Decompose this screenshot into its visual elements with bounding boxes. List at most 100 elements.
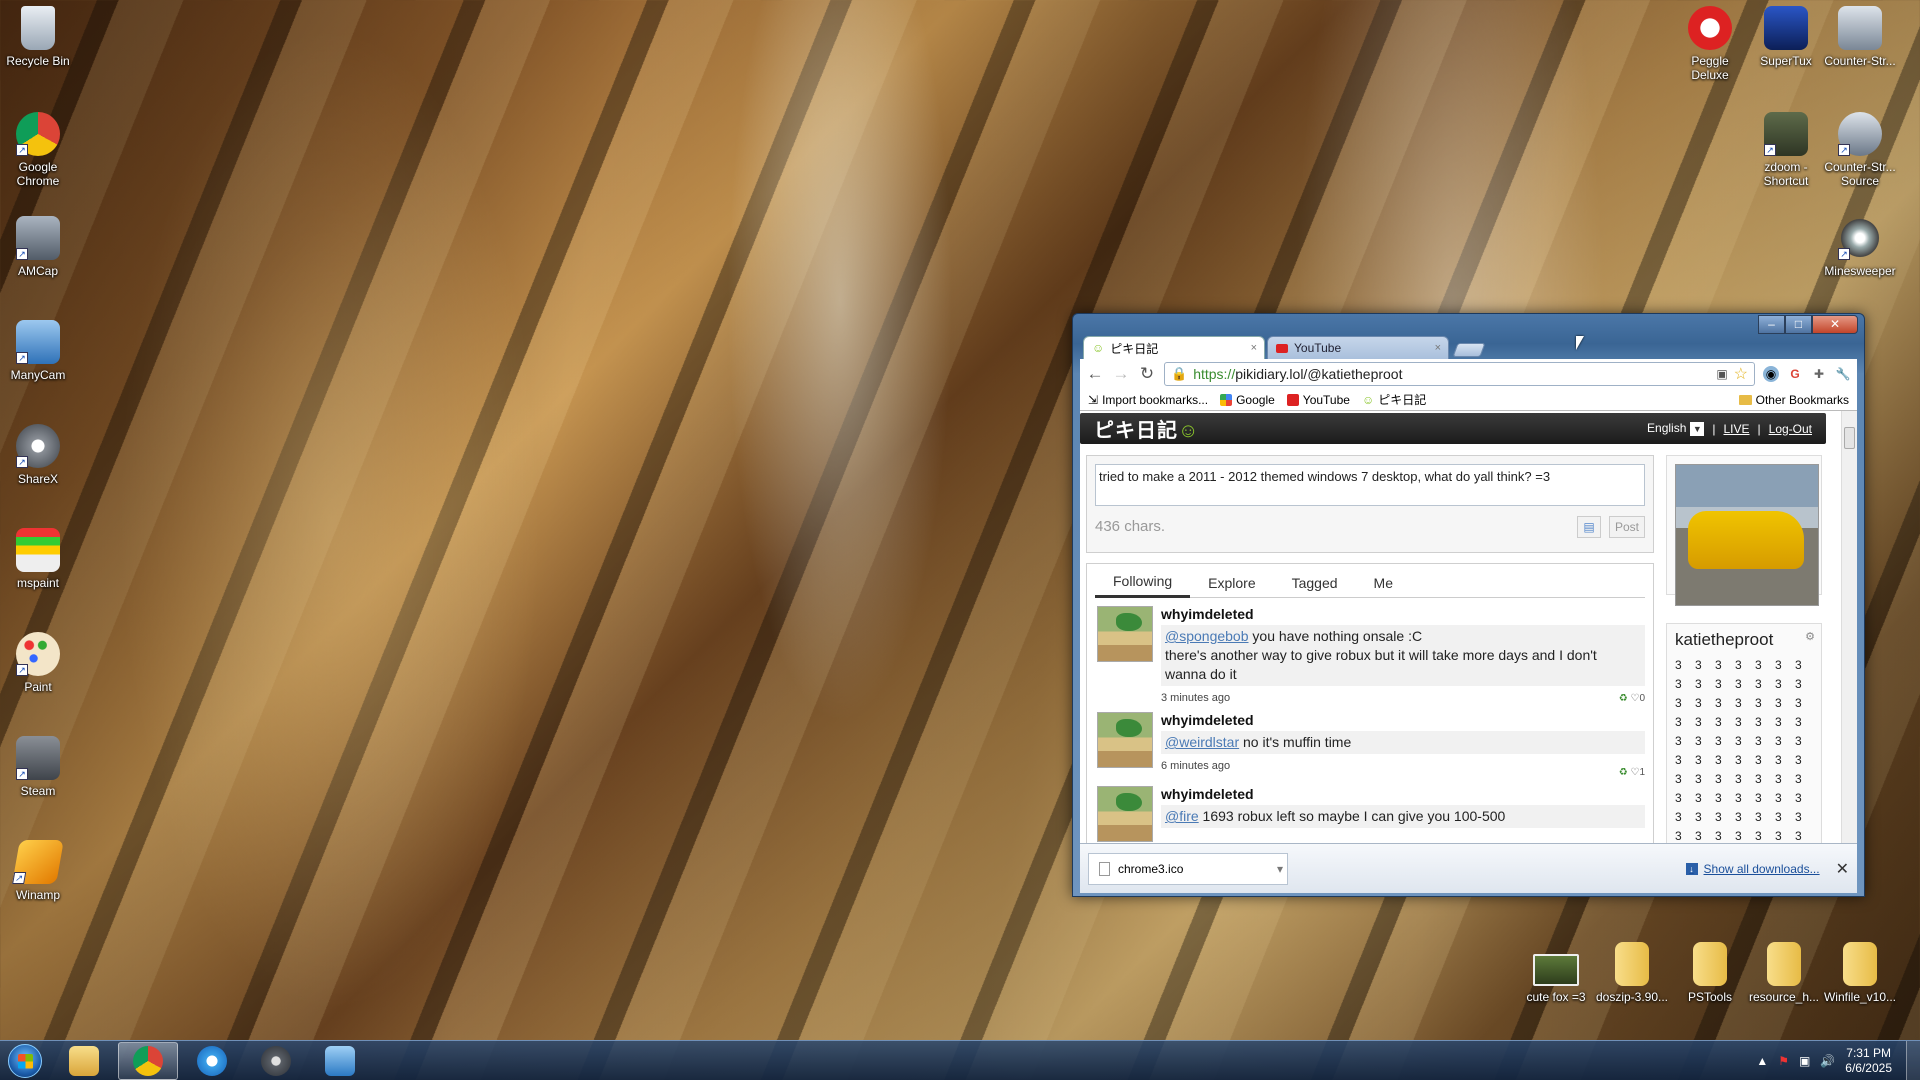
gear-icon[interactable]: ⚙ xyxy=(1805,630,1815,643)
tab-close-icon[interactable]: × xyxy=(1435,342,1441,354)
close-button[interactable]: ✕ xyxy=(1812,315,1858,334)
minimize-button[interactable]: ‒ xyxy=(1758,315,1785,334)
bookmark-youtube[interactable]: YouTube xyxy=(1286,393,1350,407)
reply-icon[interactable]: ♻ xyxy=(1619,693,1628,704)
desktop-icon-label: Minesweeper xyxy=(1824,264,1896,278)
desktop-icon-counter-strike-source[interactable]: ↗ Counter-Str... Source xyxy=(1822,112,1898,188)
tab-following[interactable]: Following xyxy=(1095,567,1191,598)
address-bar[interactable]: 🔒 https://pikidiary.lol/@katietheproot ▣… xyxy=(1164,362,1755,386)
avatar[interactable] xyxy=(1097,786,1153,842)
download-item[interactable]: chrome3.ico ▾ xyxy=(1088,852,1288,885)
url-text[interactable]: https://pikidiary.lol/@katietheproot xyxy=(1193,366,1710,382)
desktop-icon-steam[interactable]: ↗ Steam xyxy=(0,736,76,798)
taskbar-explorer[interactable] xyxy=(54,1042,114,1080)
desktop-icon-amcap[interactable]: ↗ AMCap xyxy=(0,216,76,278)
desktop-icon-supertux[interactable]: SuperTux xyxy=(1748,6,1824,68)
taskbar-internet-explorer[interactable] xyxy=(182,1042,242,1080)
profile-picture-panel xyxy=(1666,455,1822,606)
tab-explore[interactable]: Explore xyxy=(1190,569,1273,597)
tab-me[interactable]: Me xyxy=(1356,569,1411,597)
desktop-icon-pstools[interactable]: PSTools xyxy=(1672,942,1748,1004)
maximize-button[interactable]: □ xyxy=(1785,315,1812,334)
control-panel-icon xyxy=(325,1045,355,1076)
supertux-icon xyxy=(1764,6,1808,50)
page-action-icon[interactable]: ▣ xyxy=(1716,367,1727,381)
post-time: 3 minutes ago xyxy=(1161,692,1231,704)
desktop-icon-winfile[interactable]: Winfile_v10... xyxy=(1822,942,1898,1004)
show-desktop-button[interactable] xyxy=(1906,1040,1920,1080)
avatar[interactable] xyxy=(1097,606,1153,662)
volume-icon[interactable]: 🔊 xyxy=(1820,1054,1835,1068)
folder-icon xyxy=(69,1045,99,1076)
avatar[interactable] xyxy=(1097,712,1153,768)
desktop-icon-cute-fox[interactable]: cute fox =3 xyxy=(1518,954,1594,1004)
feed-tabs: Following Explore Tagged Me xyxy=(1095,568,1645,598)
desktop-icon-counter-strike[interactable]: Counter-Str... xyxy=(1822,6,1898,68)
desktop-icon-paint[interactable]: ↗ Paint xyxy=(0,632,76,694)
post-username[interactable]: whyimdeleted xyxy=(1161,712,1645,728)
scrollbar-thumb[interactable] xyxy=(1844,427,1855,449)
network-icon[interactable]: ▣ xyxy=(1799,1054,1810,1068)
desktop-icon-label: zdoom - Shortcut xyxy=(1763,160,1809,188)
tab-youtube[interactable]: YouTube × xyxy=(1267,336,1449,360)
live-link[interactable]: LIVE xyxy=(1724,422,1750,436)
desktop-icon-doszip[interactable]: doszip-3.90... xyxy=(1594,942,1670,1004)
action-center-flag-icon[interactable]: ⚑ xyxy=(1778,1054,1789,1068)
char-counter: 436 chars. xyxy=(1095,518,1166,535)
taskbar-control-panel[interactable] xyxy=(310,1042,370,1080)
post-username[interactable]: whyimdeleted xyxy=(1161,786,1645,802)
desktop-icon-manycam[interactable]: ↗ ManyCam xyxy=(0,320,76,382)
mention-link[interactable]: @weirdlstar xyxy=(1165,734,1239,750)
post-button[interactable]: Post xyxy=(1609,516,1645,538)
desktop-icon-mspaint[interactable]: mspaint xyxy=(0,528,76,590)
tab-close-icon[interactable]: × xyxy=(1251,342,1257,354)
desktop-icon-winamp[interactable]: ↗ Winamp xyxy=(0,840,76,902)
desktop-icon-recycle-bin[interactable]: Recycle Bin xyxy=(0,6,76,68)
new-tab-button[interactable] xyxy=(1452,343,1486,357)
bookmark-google[interactable]: Google xyxy=(1220,393,1275,407)
logout-link[interactable]: Log-Out xyxy=(1769,422,1812,436)
desktop-icon-sharex[interactable]: ↗ ShareX xyxy=(0,424,76,486)
chevron-down-icon[interactable]: ▾ xyxy=(1277,862,1283,876)
start-button[interactable] xyxy=(0,1041,50,1080)
bookmark-pikidiary[interactable]: ☺ ピキ日記 xyxy=(1362,391,1426,408)
mention-link[interactable]: @spongebob xyxy=(1165,628,1249,644)
back-arrow-icon[interactable]: ← xyxy=(1086,364,1104,384)
star-icon[interactable]: ☆ xyxy=(1734,364,1748,384)
attach-image-icon[interactable]: ▤ xyxy=(1577,516,1601,538)
profile-picture[interactable] xyxy=(1675,464,1819,606)
close-download-bar-icon[interactable]: ✕ xyxy=(1836,859,1849,879)
desktop-icon-resource-h[interactable]: resource_h... xyxy=(1746,942,1822,1004)
clock[interactable]: 7:31 PM 6/6/2025 xyxy=(1845,1046,1892,1076)
post-username[interactable]: whyimdeleted xyxy=(1161,606,1645,622)
desktop-icon-minesweeper[interactable]: ↗ Minesweeper xyxy=(1822,216,1898,278)
reply-icon[interactable]: ♻ xyxy=(1619,767,1628,778)
steam-icon: ↗ xyxy=(16,736,60,780)
taskbar-steam[interactable] xyxy=(246,1042,306,1080)
extension-puzzle-icon[interactable]: ✚ xyxy=(1811,366,1827,382)
site-logo[interactable]: ピキ日記☺ xyxy=(1094,414,1199,443)
taskbar-chrome[interactable] xyxy=(118,1041,178,1080)
wrench-icon[interactable]: 🔧 xyxy=(1835,366,1851,382)
mention-link[interactable]: @fire xyxy=(1165,808,1199,824)
forward-arrow-icon[interactable]: → xyxy=(1112,364,1130,384)
paint-icon: ↗ xyxy=(16,632,60,676)
language-select[interactable]: English ▼ xyxy=(1647,421,1705,436)
bookmark-import[interactable]: ⇲ Import bookmarks... xyxy=(1088,393,1208,407)
desktop-icon-google-chrome[interactable]: ↗ Google Chrome xyxy=(0,112,76,188)
browser-toolbar: ← → ↻ 🔒 https://pikidiary.lol/@katiethep… xyxy=(1080,359,1857,389)
show-hidden-icons-icon[interactable]: ▲ xyxy=(1756,1054,1768,1068)
desktop-icon-zdoom[interactable]: ↗ zdoom - Shortcut xyxy=(1748,112,1824,188)
extension-google-icon[interactable]: G xyxy=(1787,366,1803,382)
extension-globe-icon[interactable]: ◉ xyxy=(1763,366,1779,382)
tab-label: ピキ日記 xyxy=(1110,341,1159,356)
page-scrollbar[interactable] xyxy=(1841,411,1857,843)
tab-pikidiary[interactable]: ☺ ピキ日記 × xyxy=(1083,336,1265,360)
show-all-downloads-link[interactable]: ↓ Show all downloads... xyxy=(1685,862,1820,876)
post-textarea[interactable]: tried to make a 2011 - 2012 themed windo… xyxy=(1095,464,1645,506)
tab-tagged[interactable]: Tagged xyxy=(1274,569,1356,597)
desktop-icon-peggle[interactable]: Peggle Deluxe xyxy=(1672,6,1748,82)
chrome-icon: ↗ xyxy=(16,112,60,156)
other-bookmarks[interactable]: Other Bookmarks xyxy=(1738,393,1849,407)
reload-icon[interactable]: ↻ xyxy=(1138,364,1156,384)
